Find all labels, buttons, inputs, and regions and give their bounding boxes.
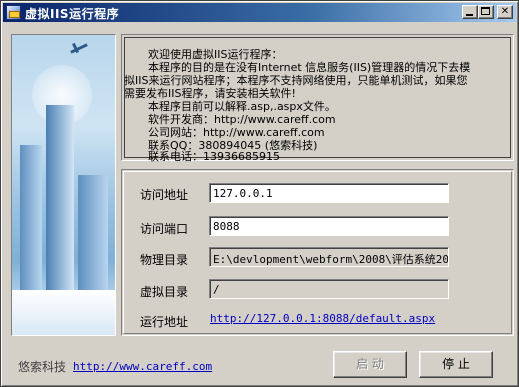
info-line: 公司网站：http://www.careff.com	[148, 126, 325, 139]
close-button[interactable]: ✕	[497, 5, 513, 19]
address-label: 访问地址	[140, 188, 189, 202]
decorative-cityscape-image	[11, 34, 116, 336]
info-line: 需要发布IIS程序，请安装相关软件!	[124, 87, 296, 100]
server-settings-group: 访问地址 127.0.0.1 访问端口 8088 物理目录 E:\devlopm…	[121, 169, 514, 336]
info-line: 拟IIS来运行网站程序；本程序不支持网络使用，只能单机测试，如果您	[124, 74, 468, 87]
physical-dir-label: 物理目录	[140, 253, 189, 267]
run-address-label: 运行地址	[140, 315, 189, 329]
app-window: 虚拟IIS运行程序 ✕ 欢迎使用虚拟IIS运行程序： 本程序的目的是在没有Int…	[0, 0, 519, 387]
minimize-button[interactable]	[462, 5, 478, 19]
minimize-icon	[466, 14, 473, 16]
company-website-link[interactable]: http://www.careff.com	[73, 360, 212, 373]
port-label: 访问端口	[140, 222, 189, 236]
maximize-button[interactable]	[478, 5, 494, 19]
info-panel: 欢迎使用虚拟IIS运行程序： 本程序的目的是在没有Internet 信息服务(I…	[121, 34, 514, 163]
address-field[interactable]: 127.0.0.1	[209, 183, 449, 203]
close-icon: ✕	[500, 6, 510, 17]
start-button[interactable]: 启 动	[333, 351, 407, 378]
maximize-icon	[481, 7, 490, 15]
info-line: 本程序的目的是在没有Internet 信息服务(IIS)管理器的情况下去模	[148, 61, 471, 74]
info-line: 欢迎使用虚拟IIS运行程序：	[148, 48, 283, 61]
port-field[interactable]: 8088	[209, 216, 449, 236]
window-title: 虚拟IIS运行程序	[25, 7, 120, 21]
title-bar[interactable]: 虚拟IIS运行程序 ✕	[3, 3, 516, 22]
info-line: 联系电话：13936685915	[148, 150, 280, 163]
company-name: 悠索科技	[18, 360, 67, 374]
app-icon	[6, 5, 21, 20]
info-line: 软件开发商：http://www.careff.com	[148, 113, 336, 126]
virtual-dir-field[interactable]: /	[209, 279, 449, 299]
virtual-dir-label: 虚拟目录	[140, 285, 189, 299]
physical-dir-field[interactable]: E:\devlopment\webform\2008\评估系统2010	[209, 247, 449, 267]
stop-button[interactable]: 停 止	[419, 351, 493, 378]
info-line: 本程序目前可以解释.asp,.aspx文件。	[148, 100, 336, 113]
run-address-link[interactable]: http://127.0.0.1:8088/default.aspx	[210, 312, 435, 325]
